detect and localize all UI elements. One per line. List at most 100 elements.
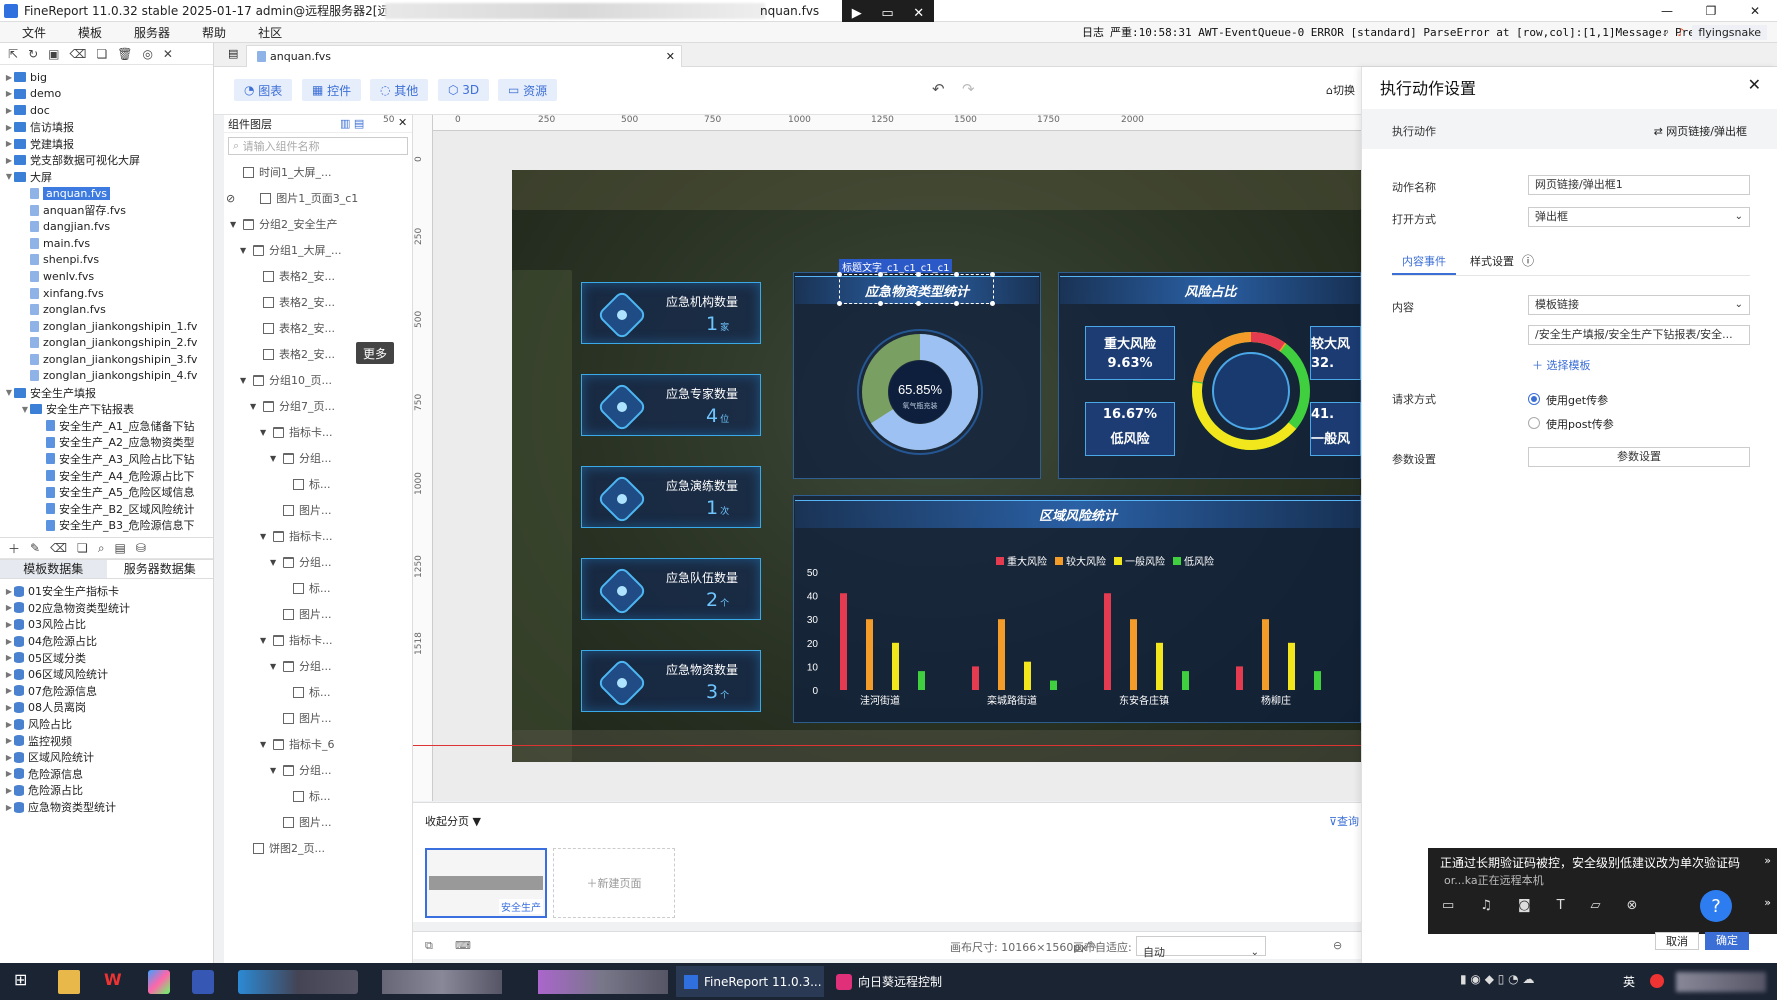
- wps-icon[interactable]: W: [104, 970, 126, 994]
- delete-icon[interactable]: ⌫: [69, 47, 86, 61]
- blurred-taskbar-item[interactable]: [538, 970, 668, 994]
- remote-screen-icon[interactable]: ▭: [881, 6, 893, 21]
- dataset-item[interactable]: ▶ 03风险占比: [0, 616, 213, 633]
- resize-handle[interactable]: [954, 301, 959, 306]
- zoom-out-icon[interactable]: ⊖: [1333, 939, 1342, 952]
- chat-icon[interactable]: ▭: [1442, 898, 1454, 913]
- expand-arrow-icon[interactable]: ▶: [4, 653, 14, 662]
- tree-item[interactable]: 安全生产_B2_区域风险统计: [0, 500, 213, 517]
- action-type-button[interactable]: ⇄ 网页链接/弹出框: [1654, 123, 1747, 139]
- expand-arrow-icon[interactable]: ▼: [4, 388, 14, 397]
- undo-icon[interactable]: ↶: [932, 80, 945, 98]
- windows-start-icon[interactable]: ⊞: [14, 970, 27, 994]
- layer-item[interactable]: ▼ 分组7_页...: [224, 393, 412, 419]
- expand-arrow-icon[interactable]: ▼: [230, 220, 238, 229]
- minimize-button[interactable]: —: [1645, 0, 1689, 22]
- more-tooltip[interactable]: 更多: [356, 342, 394, 364]
- layer-item[interactable]: ▼ 分组2_安全生产: [224, 211, 412, 237]
- tree-item[interactable]: shenpi.fvs: [0, 252, 213, 269]
- refresh-icon[interactable]: ↻: [28, 47, 38, 61]
- tree-item[interactable]: main.fvs: [0, 235, 213, 252]
- dataset-item[interactable]: ▶ 区域风险统计: [0, 749, 213, 766]
- copy-dataset-icon[interactable]: ❏: [77, 541, 88, 555]
- expand-arrow-icon[interactable]: ▼: [270, 454, 278, 463]
- layer-item[interactable]: 标...: [224, 783, 412, 809]
- expand-arrow-icon[interactable]: ▶: [4, 603, 14, 612]
- expand-arrow-icon[interactable]: ▼: [260, 532, 268, 541]
- tree-item[interactable]: ▶ demo: [0, 86, 213, 103]
- layer-item[interactable]: ▼ 分组...: [224, 445, 412, 471]
- layer-item[interactable]: 标...: [224, 679, 412, 705]
- folder-icon[interactable]: ▱: [1591, 898, 1601, 913]
- tree-item[interactable]: dangjian.fvs: [0, 218, 213, 235]
- expand-arrow-icon[interactable]: ▶: [4, 720, 14, 729]
- dataset-item[interactable]: ▶ 08人员离岗: [0, 699, 213, 716]
- page-thumbnail[interactable]: 安全生产: [425, 848, 547, 918]
- expand-arrow-icon[interactable]: ▼: [20, 405, 30, 414]
- expand-arrow-icon[interactable]: ▶: [4, 73, 14, 82]
- expand-arrow-icon[interactable]: ▼: [270, 766, 278, 775]
- layer-item[interactable]: ▼ 指标卡_6: [224, 731, 412, 757]
- layer-item[interactable]: 图片...: [224, 497, 412, 523]
- resize-handle[interactable]: [916, 272, 921, 277]
- help-icon[interactable]: ⓘ: [1522, 252, 1534, 269]
- dataset-item[interactable]: ▶ 04危险源占比: [0, 633, 213, 650]
- layer-item[interactable]: 标...: [224, 575, 412, 601]
- widget-button[interactable]: ▦ 控件: [302, 79, 362, 101]
- edit-dataset-icon[interactable]: ✎: [30, 541, 40, 555]
- menu-server[interactable]: 服务器: [134, 24, 170, 41]
- resize-handle[interactable]: [990, 301, 995, 306]
- tree-item[interactable]: ▼ 安全生产下钻报表: [0, 401, 213, 418]
- resize-handle[interactable]: [954, 272, 959, 277]
- expand-arrow-icon[interactable]: ▶: [4, 769, 14, 778]
- open-mode-select[interactable]: 弹出框 ⌄: [1528, 207, 1750, 227]
- expand-arrow-icon[interactable]: ▶: [4, 753, 14, 762]
- tree-item[interactable]: zonglan_jiankongshipin_3.fv: [0, 351, 213, 368]
- trash-icon[interactable]: 🗑: [117, 47, 132, 61]
- expand-arrow-icon[interactable]: ▼: [250, 402, 258, 411]
- new-folder-icon[interactable]: ⇱: [8, 47, 18, 61]
- expand-arrow-icon[interactable]: ▶: [4, 803, 14, 812]
- dataset-item[interactable]: ▶ 应急物资类型统计: [0, 799, 213, 816]
- dataset-item[interactable]: ▶ 05区域分类: [0, 649, 213, 666]
- selection-box[interactable]: [837, 272, 995, 306]
- tree-item[interactable]: 安全生产_B3_危险源信息下: [0, 517, 213, 534]
- collapse-icon[interactable]: ✕: [163, 47, 173, 61]
- dataset-item[interactable]: ▶ 02应急物资类型统计: [0, 600, 213, 617]
- 3d-button[interactable]: ⬡ 3D: [438, 79, 490, 101]
- expand-arrow-icon[interactable]: ▶: [4, 670, 14, 679]
- server-dataset-icon[interactable]: ▤: [115, 541, 126, 555]
- tree-item[interactable]: 安全生产_A5_危险区域信息: [0, 484, 213, 501]
- layer-item[interactable]: 图片...: [224, 705, 412, 731]
- dataset-item[interactable]: ▶ 危险源信息: [0, 766, 213, 783]
- redo-icon[interactable]: ↷: [962, 80, 975, 98]
- expand-arrow-icon[interactable]: ▼: [240, 246, 248, 255]
- edge-taskbar-item[interactable]: [238, 970, 358, 994]
- menu-file[interactable]: 文件: [22, 24, 46, 41]
- dataset-item[interactable]: ▶ 监控视频: [0, 732, 213, 749]
- expand-arrow-icon[interactable]: ▶: [4, 637, 14, 646]
- resize-handle[interactable]: [878, 301, 883, 306]
- resize-handle[interactable]: [878, 272, 883, 277]
- file-explorer-icon[interactable]: [58, 970, 80, 994]
- resize-handle[interactable]: [990, 272, 995, 277]
- tree-item[interactable]: ▶ 党支部数据可视化大屏: [0, 152, 213, 169]
- log-message[interactable]: 日志 严重:10:58:31 AWT-EventQueue-0 ERROR [st…: [1082, 24, 1721, 40]
- preview-dataset-icon[interactable]: ⌕: [98, 541, 105, 556]
- close-layer-panel-icon[interactable]: ✕: [398, 116, 407, 129]
- layer-item[interactable]: ⊘ 图片1_页面3_c1: [224, 185, 412, 211]
- tree-item[interactable]: zonglan.fvs: [0, 301, 213, 318]
- close-window-button[interactable]: ✕: [1733, 0, 1777, 22]
- layer-item[interactable]: 图片...: [224, 809, 412, 835]
- expand-arrow-icon[interactable]: ▶: [4, 620, 14, 629]
- app-icon[interactable]: [148, 970, 170, 994]
- expand-arrow-icon[interactable]: ▶: [4, 89, 14, 98]
- layer-item[interactable]: ▼ 分组...: [224, 653, 412, 679]
- hidden-eye-icon[interactable]: ⊘: [226, 192, 235, 205]
- locate-icon[interactable]: ◎: [142, 47, 152, 61]
- tree-item[interactable]: ▶ big: [0, 69, 213, 86]
- tab-template-dataset[interactable]: 模板数据集: [0, 560, 107, 578]
- tree-item[interactable]: ▶ 党建填报: [0, 135, 213, 152]
- layer-item[interactable]: 表格2_安...: [224, 289, 412, 315]
- menu-template[interactable]: 模板: [78, 24, 102, 41]
